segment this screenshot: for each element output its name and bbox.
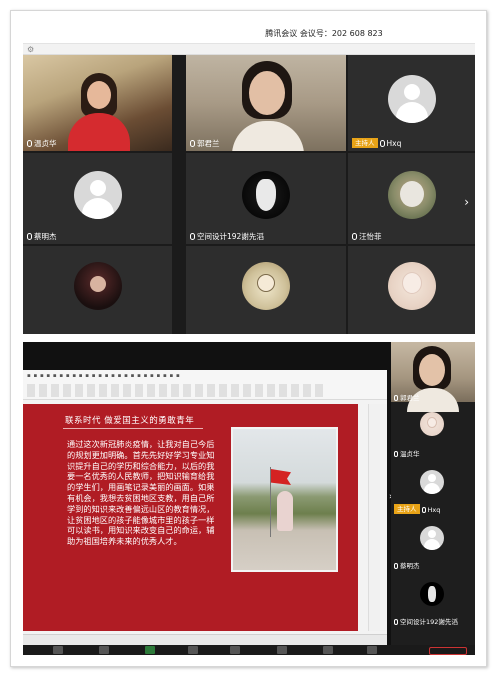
ppt-ribbon: ▪ ▪ ▪ ▪ ▪ ▪ ▪ ▪ ▪ ▪ ▪ ▪ ▪ ▪ ▪ ▪ ▪ ▪ ▪ ▪ …	[23, 370, 387, 400]
video-tile[interactable]: 汪怡菲	[348, 153, 475, 244]
video-tile[interactable]: 主持人 Hxq	[348, 55, 475, 151]
next-page-arrow-icon[interactable]: ›	[464, 195, 469, 209]
mic-icon	[394, 451, 398, 457]
ppt-menu-row: ▪ ▪ ▪ ▪ ▪ ▪ ▪ ▪ ▪ ▪ ▪ ▪ ▪ ▪ ▪ ▪ ▪ ▪ ▪ ▪ …	[27, 373, 181, 379]
comic-avatar-icon	[242, 262, 290, 310]
video-tile[interactable]	[23, 246, 172, 334]
ppt-toolbar-row	[27, 384, 327, 397]
share-screen-icon[interactable]	[145, 646, 155, 654]
invite-icon[interactable]	[230, 646, 240, 654]
host-badge: 主持人	[352, 138, 378, 148]
participant-name: 主持人 Hxq	[394, 504, 440, 514]
slide-photo	[231, 427, 338, 572]
default-avatar-icon	[387, 75, 436, 123]
mic-icon	[394, 563, 398, 569]
mic-icon	[27, 140, 32, 147]
mic-icon	[394, 619, 398, 625]
slide: 联系时代 做爱国主义的勇敢青年 通过这次新冠肺炎疫情，让我对自己今后的规划更加明…	[23, 404, 358, 631]
mic-icon	[190, 140, 195, 147]
slide-body: 通过这次新冠肺炎疫情，让我对自己今后的规划更加明确。首先先好好学习专业知识提升自…	[67, 439, 215, 547]
participant-name: 温贞华	[23, 137, 61, 151]
participant-name: 郭君兰	[186, 137, 224, 151]
photo-avatar-icon	[73, 262, 122, 310]
page: 腾讯会议 会议号：202 608 823 ⚙ 温贞华 郭君兰 主持人 Hxq 蔡…	[0, 0, 497, 677]
mic-icon	[421, 507, 426, 513]
participants-icon[interactable]	[188, 646, 198, 654]
leave-meeting-button[interactable]	[429, 647, 467, 655]
person-shirt	[68, 113, 130, 151]
person-shirt	[232, 121, 304, 151]
host-badge: 主持人	[394, 504, 420, 514]
camera-toggle-icon[interactable]	[99, 646, 109, 654]
video-grid: 温贞华 郭君兰 主持人 Hxq 蔡明杰 空间设计192謝先滔 汪怡菲 ›	[23, 55, 475, 334]
person-figure	[277, 491, 293, 531]
slide-title: 联系时代 做爱国主义的勇敢青年	[65, 416, 195, 426]
video-tile[interactable]	[348, 246, 475, 334]
meeting-window-grid: 腾讯会议 会议号：202 608 823 ⚙ 温贞华 郭君兰 主持人 Hxq 蔡…	[23, 22, 475, 334]
default-avatar-icon	[73, 170, 122, 219]
participant-name: 空间设计192謝先滔	[186, 230, 268, 244]
chat-icon[interactable]	[277, 646, 287, 654]
mic-icon	[27, 233, 32, 240]
participant-name: 郭君兰	[394, 392, 420, 402]
participant-name: 空间设计192謝先滔	[394, 616, 458, 626]
video-tile[interactable]: 空间设计192謝先滔	[186, 153, 346, 244]
ppt-status-bar	[23, 634, 387, 645]
gear-icon[interactable]: ⚙	[27, 44, 34, 55]
mic-icon	[394, 395, 398, 401]
slide-divider	[63, 428, 203, 429]
mic-icon	[190, 233, 195, 240]
person-face	[87, 81, 111, 109]
title-bar: 腾讯会议 会议号：202 608 823	[23, 22, 475, 44]
ppt-side-toolbar[interactable]	[368, 404, 387, 631]
painted-avatar-icon	[387, 262, 436, 310]
mic-icon	[379, 140, 385, 147]
participant-name: 蔡明杰	[394, 560, 420, 570]
meeting-toolbar	[23, 645, 475, 655]
mic-toggle-icon[interactable]	[53, 646, 63, 654]
participant-name: 蔡明杰	[23, 230, 61, 244]
sub-toolbar: ⚙	[23, 44, 475, 55]
person-face	[249, 71, 285, 115]
record-icon[interactable]	[323, 646, 333, 654]
video-tile[interactable]: 郭君兰	[186, 55, 346, 151]
video-tile[interactable]: 温贞华	[23, 55, 172, 151]
video-tile[interactable]: 蔡明杰	[23, 153, 172, 244]
cat-avatar-icon	[242, 170, 290, 219]
mic-icon	[352, 233, 357, 240]
photo-avatar-icon	[387, 170, 436, 219]
settings-icon[interactable]	[367, 646, 377, 654]
flag-icon	[271, 469, 291, 485]
shared-presentation: ▪ ▪ ▪ ▪ ▪ ▪ ▪ ▪ ▪ ▪ ▪ ▪ ▪ ▪ ▪ ▪ ▪ ▪ ▪ ▪ …	[23, 370, 387, 645]
participant-panel: 郭君兰 温贞华 主持人 Hxq 蔡明杰 空间设计192謝先滔	[391, 342, 475, 655]
video-tile[interactable]	[186, 246, 346, 334]
participant-name: 主持人 Hxq	[348, 137, 405, 151]
cat-avatar-icon[interactable]	[420, 582, 444, 606]
meeting-title: 腾讯会议 会议号：202 608 823	[265, 29, 383, 38]
flag-pole	[270, 467, 271, 537]
meeting-window-share: ▪ ▪ ▪ ▪ ▪ ▪ ▪ ▪ ▪ ▪ ▪ ▪ ▪ ▪ ▪ ▪ ▪ ▪ ▪ ▪ …	[23, 342, 475, 655]
participant-name: 温贞华	[394, 448, 420, 458]
participant-name: 汪怡菲	[348, 230, 386, 244]
default-avatar-icon[interactable]	[420, 470, 444, 494]
default-avatar-icon[interactable]	[420, 526, 444, 550]
painted-avatar-icon[interactable]	[420, 412, 444, 436]
